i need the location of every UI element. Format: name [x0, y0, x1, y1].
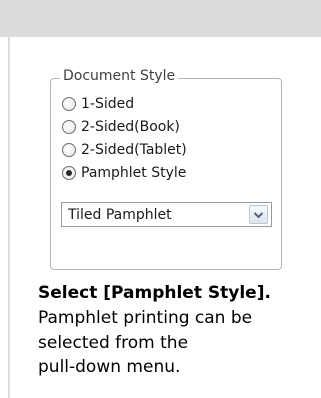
- radio-option-label: Pamphlet Style: [81, 165, 187, 181]
- radio-option-pamphlet-style[interactable]: Pamphlet Style: [62, 162, 186, 184]
- pamphlet-type-select[interactable]: Tiled Pamphlet: [61, 202, 272, 227]
- radio-button-icon[interactable]: [62, 143, 76, 157]
- radio-button-icon[interactable]: [62, 97, 76, 111]
- radio-option-label: 1-Sided: [81, 96, 135, 112]
- radio-button-icon[interactable]: [62, 120, 76, 134]
- pamphlet-type-value: Tiled Pamphlet: [68, 206, 172, 223]
- caption-line: pull-down menu.: [38, 357, 181, 377]
- document-style-legend: Document Style: [60, 66, 179, 86]
- caption-line: Pamphlet printing can be: [38, 308, 253, 328]
- caption-title: Select [Pamphlet Style].: [38, 283, 271, 303]
- radio-option-label: 2-Sided(Book): [81, 119, 180, 135]
- caption-body: Pamphlet printing can be selected from t…: [38, 306, 318, 380]
- radio-option-2-sided-book[interactable]: 2-Sided(Book): [62, 116, 180, 138]
- radio-option-1-sided[interactable]: 1-Sided: [62, 93, 134, 115]
- caption-line: selected from the: [38, 332, 189, 353]
- chevron-down-icon: [253, 211, 264, 218]
- top-band: [0, 0, 321, 37]
- radio-option-label: 2-Sided(Tablet): [81, 142, 187, 158]
- dropdown-button[interactable]: [249, 205, 268, 224]
- radio-option-2-sided-tablet[interactable]: 2-Sided(Tablet): [62, 139, 187, 161]
- radio-button-selected-icon[interactable]: [62, 166, 76, 180]
- left-rule: [8, 37, 10, 398]
